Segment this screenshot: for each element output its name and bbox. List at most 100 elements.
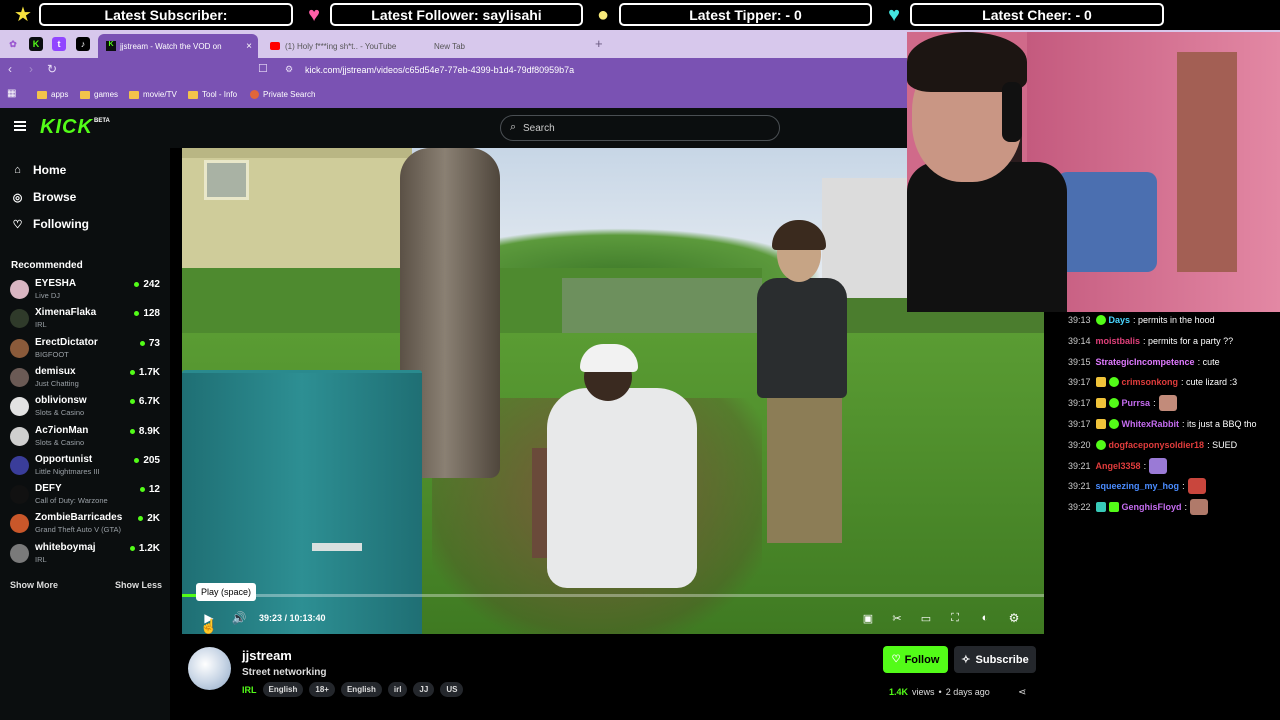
sidebar-channel[interactable]: EYESHA Live DJ 242 [10, 278, 160, 304]
tiktok-pinned-icon[interactable]: ♪ [76, 37, 90, 51]
subscribe-button[interactable]: ✧ Subscribe [954, 646, 1036, 673]
search-input[interactable] [523, 120, 763, 136]
tag[interactable]: 18+ [309, 682, 335, 697]
settings-gear-icon[interactable]: ⚙ [1005, 610, 1023, 626]
sidebar-channel[interactable]: ErectDictator BIGFOOT 73 [10, 337, 160, 363]
kick-pinned-icon[interactable]: K [29, 37, 43, 51]
tag[interactable]: English [262, 682, 304, 697]
sidebar-channel[interactable]: DEFY Call of Duty: Warzone 12 [10, 483, 160, 509]
theater-mode-icon[interactable]: ▭ [917, 610, 935, 626]
sidebar-channel[interactable]: oblivionsw Slots & Casino 6.7K [10, 395, 160, 421]
video-age: 2 days ago [945, 687, 990, 697]
viewer-number: 6.7K [138, 396, 160, 408]
bookmark-icon[interactable]: ☐ [258, 62, 268, 75]
viewer-number: 1.7K [138, 366, 160, 378]
follow-button[interactable]: ♡ Follow [883, 646, 948, 673]
fullscreen-icon[interactable]: ⛶ [946, 610, 964, 626]
bookmark-apps[interactable]: apps [37, 90, 68, 99]
chat-username[interactable]: squeezing_my_hog [1096, 481, 1180, 491]
cam-person-body [907, 162, 1067, 312]
nav-home[interactable]: ⌂ Home [11, 163, 66, 177]
show-more-button[interactable]: Show More [10, 580, 58, 590]
tag[interactable]: English [340, 682, 382, 697]
sidebar-channel[interactable]: ZombieBarricades Grand Theft Auto V (GTA)… [10, 512, 160, 538]
close-tab-icon[interactable]: × [246, 41, 252, 52]
subscribe-label: Subscribe [975, 653, 1029, 666]
avatar [10, 338, 29, 358]
sidebar-channel[interactable]: demisux Just Chatting 1.7K [10, 366, 160, 392]
bookmark-tool-info[interactable]: Tool - Info [188, 90, 237, 99]
tab-jjstream[interactable]: K jjstream - Watch the VOD on × [98, 34, 258, 58]
category-link[interactable]: IRL [242, 685, 257, 695]
sidebar-channel[interactable]: XimenaFlaka IRL 128 [10, 307, 160, 333]
nav-following[interactable]: ♡ Following [11, 217, 89, 231]
badge-icon [1108, 377, 1119, 388]
bookmark-movie-tv[interactable]: movie/TV [129, 90, 177, 99]
extension-icon[interactable]: ✿ [6, 37, 20, 51]
avatar[interactable] [188, 647, 231, 690]
reload-icon[interactable]: ↻ [47, 62, 57, 76]
chat-username[interactable]: Purrsa [1122, 398, 1151, 408]
sidebar-channel[interactable]: whiteboymaj IRL 1.2K [10, 542, 160, 568]
chat-text: : cute lizard :3 [1181, 377, 1238, 388]
menu-icon[interactable] [14, 121, 26, 131]
tab-youtube[interactable]: (1) Holy f***ing sh*t.. - YouTube [262, 34, 422, 58]
chat-timestamp: 39:17 [1068, 398, 1091, 409]
bookmark-games[interactable]: games [80, 90, 118, 99]
live-dot-icon [129, 545, 135, 551]
home-icon: ⌂ [14, 164, 21, 176]
back-icon[interactable]: ‹ [8, 62, 12, 76]
recommended-title: Recommended [11, 260, 83, 271]
chat-username[interactable]: crimsonkong [1122, 377, 1179, 387]
bookmark-private-search[interactable]: Private Search [250, 90, 315, 99]
chat-text: : permits for a party ?? [1143, 335, 1234, 346]
chat-username[interactable]: GenghisFloyd [1122, 502, 1182, 512]
site-info-icon[interactable]: ⚙ [285, 64, 293, 75]
live-dot-icon [134, 457, 140, 463]
clip-icon[interactable]: ✂ [888, 610, 906, 626]
chat-username[interactable]: dogfaceponysoldier18 [1109, 440, 1205, 450]
miniplayer-icon[interactable]: ▣ [859, 610, 877, 626]
nav-browse[interactable]: ◎ Browse [11, 190, 77, 204]
chat-username[interactable]: StrategicIncompetence [1096, 357, 1195, 367]
playback-speed-icon[interactable]: ◐ [976, 610, 994, 626]
chat-username[interactable]: moistbalis [1096, 336, 1141, 346]
viewer-number: 128 [143, 308, 160, 320]
sidebar: ⌂ Home ◎ Browse ♡ Following Recommended EYE… [0, 148, 170, 720]
viewer-number: 2K [147, 513, 160, 525]
chat-username[interactable]: WhitexRabbit [1122, 419, 1180, 429]
channel-info: jjstream Street networking IRL English 1… [180, 640, 1050, 720]
share-icon[interactable]: ⋖ [1018, 687, 1026, 698]
chat-text: : [1182, 481, 1185, 492]
bookmark-label: Private Search [263, 90, 316, 99]
star-icon: ✧ [961, 654, 971, 666]
tab-new[interactable]: New Tab [426, 34, 586, 58]
twitch-pinned-icon[interactable]: t [52, 37, 66, 51]
show-less-button[interactable]: Show Less [115, 580, 162, 590]
chat-username[interactable]: Angel3358 [1096, 461, 1141, 471]
latest-subscriber: Latest Subscriber: [39, 3, 293, 26]
sidebar-channel[interactable]: Ac7ionMan Slots & Casino 8.9K [10, 425, 160, 451]
url-text[interactable]: kick.com/jjstream/videos/c65d54e7-77eb-4… [305, 65, 574, 75]
seek-bar[interactable] [182, 594, 1044, 597]
chat-text: : [1143, 460, 1147, 471]
new-tab-plus-icon[interactable]: + [595, 36, 603, 51]
kick-logo[interactable]: KICK [40, 116, 93, 139]
volume-icon[interactable]: 🔊 [230, 610, 248, 626]
tag[interactable]: irl [387, 682, 408, 697]
apps-grid-icon[interactable]: ▦ [7, 88, 16, 99]
tag[interactable]: JJ [413, 682, 435, 697]
chat-username[interactable]: Days [1109, 315, 1131, 325]
sidebar-channel[interactable]: Opportunist Little Nightmares III 205 [10, 454, 160, 480]
channel-category: IRL [35, 320, 47, 330]
channel-name: ZombieBarricades [35, 512, 123, 524]
channel-name[interactable]: jjstream [242, 648, 292, 663]
channel-name: Ac7ionMan [35, 424, 89, 436]
forward-icon[interactable]: › [29, 62, 33, 76]
gem-icon: ♥ [888, 4, 900, 26]
chat-message: 39:17 crimsonkong: cute lizard :3 [1068, 374, 1237, 390]
scene-fence [562, 278, 762, 338]
tag[interactable]: US [440, 682, 464, 697]
search-box[interactable]: ⌕ [500, 115, 780, 141]
dot-separator: • [938, 687, 942, 697]
